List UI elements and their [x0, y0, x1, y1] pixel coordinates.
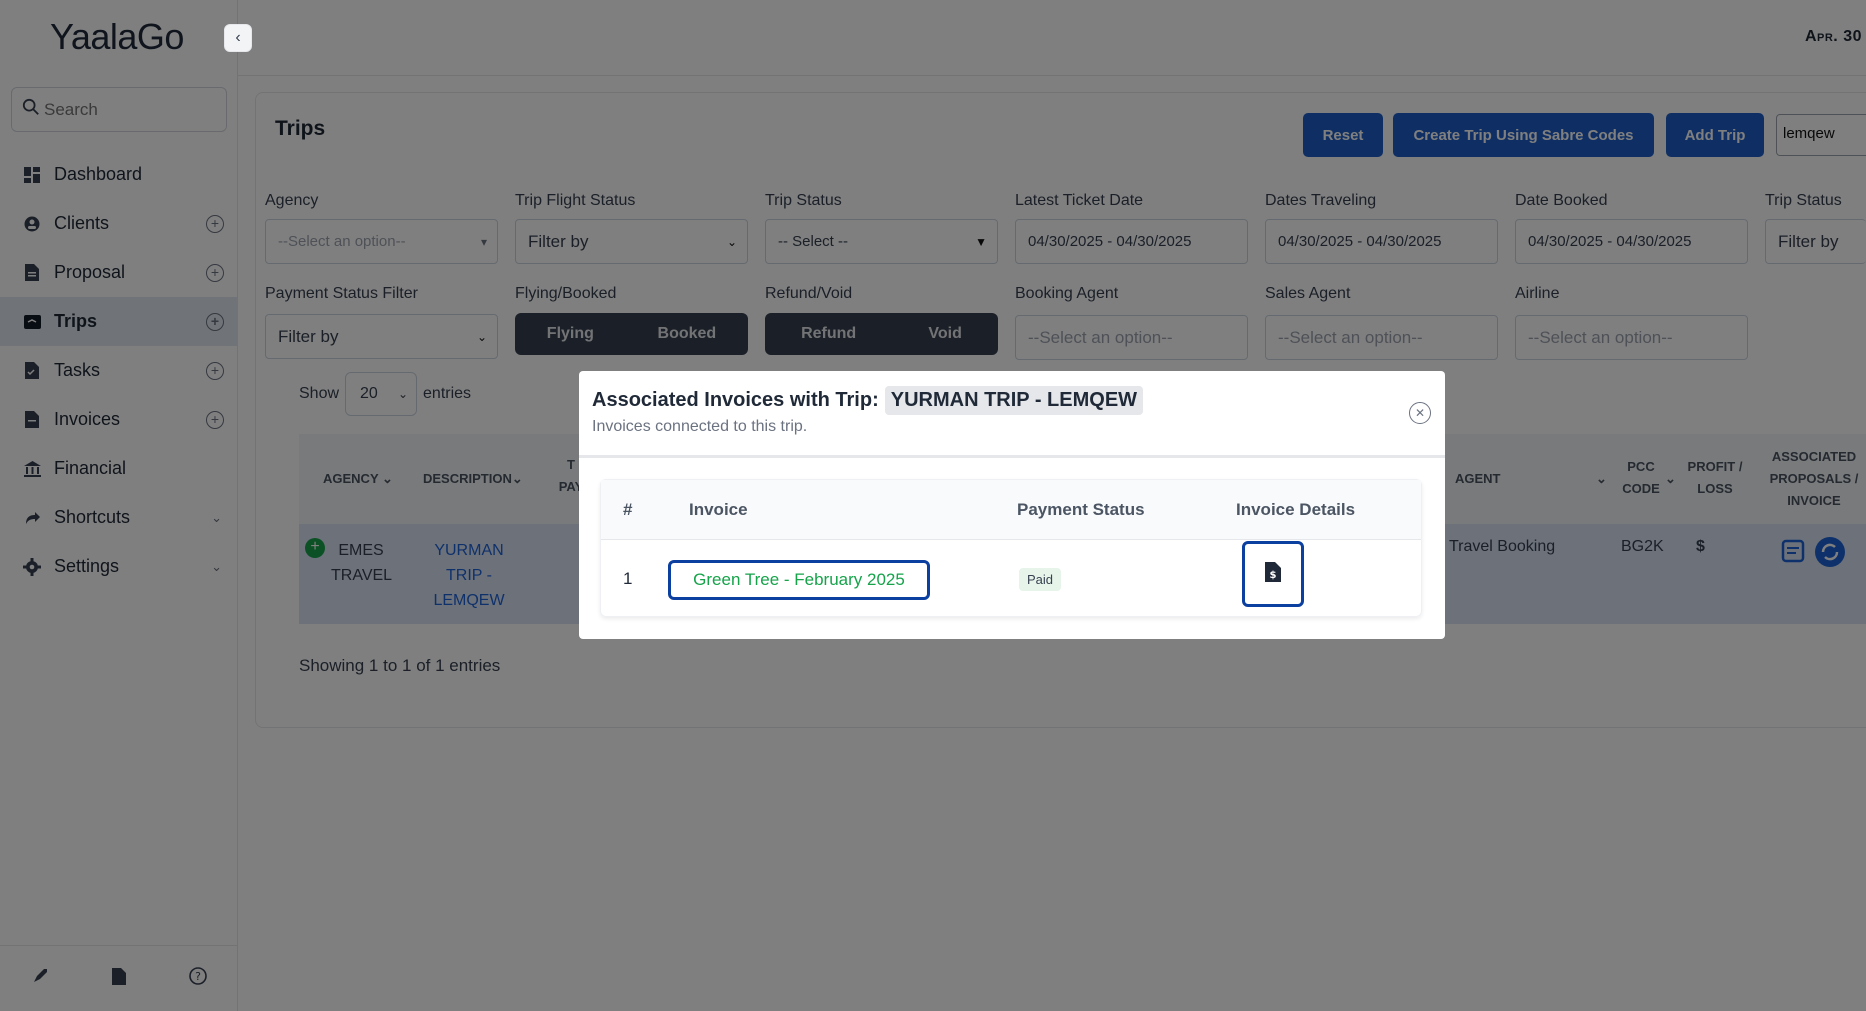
divider — [579, 455, 1445, 458]
invoice-row-number: 1 — [623, 569, 633, 588]
modal-subtitle: Invoices connected to this trip. — [592, 418, 808, 435]
invoices-table: # Invoice Payment Status Invoice Details… — [600, 479, 1422, 617]
col-invoice: Invoice — [689, 500, 748, 519]
modal-title-prefix: Associated Invoices with Trip: — [592, 389, 879, 411]
svg-text:$: $ — [1270, 570, 1277, 581]
col-invoice-details: Invoice Details — [1236, 500, 1356, 519]
col-number: # — [623, 500, 633, 519]
invoice-document-icon: $ — [1265, 561, 1281, 587]
modal-title: Associated Invoices with Trip: YURMAN TR… — [592, 386, 1144, 415]
invoice-link[interactable]: Green Tree - February 2025 — [668, 560, 930, 600]
close-icon[interactable]: ✕ — [1409, 402, 1431, 424]
collapse-sidebar-button[interactable]: ‹ — [224, 24, 252, 52]
col-payment-status: Payment Status — [1017, 500, 1145, 519]
associated-invoices-modal: Associated Invoices with Trip: YURMAN TR… — [579, 371, 1445, 639]
invoices-table-header: # Invoice Payment Status Invoice Details — [601, 480, 1421, 540]
status-badge: Paid — [1019, 568, 1062, 591]
invoice-details-button[interactable]: $ — [1242, 541, 1304, 607]
chevron-left-icon: ‹ — [235, 29, 241, 46]
trip-name-chip: YURMAN TRIP - LEMQEW — [884, 386, 1144, 415]
